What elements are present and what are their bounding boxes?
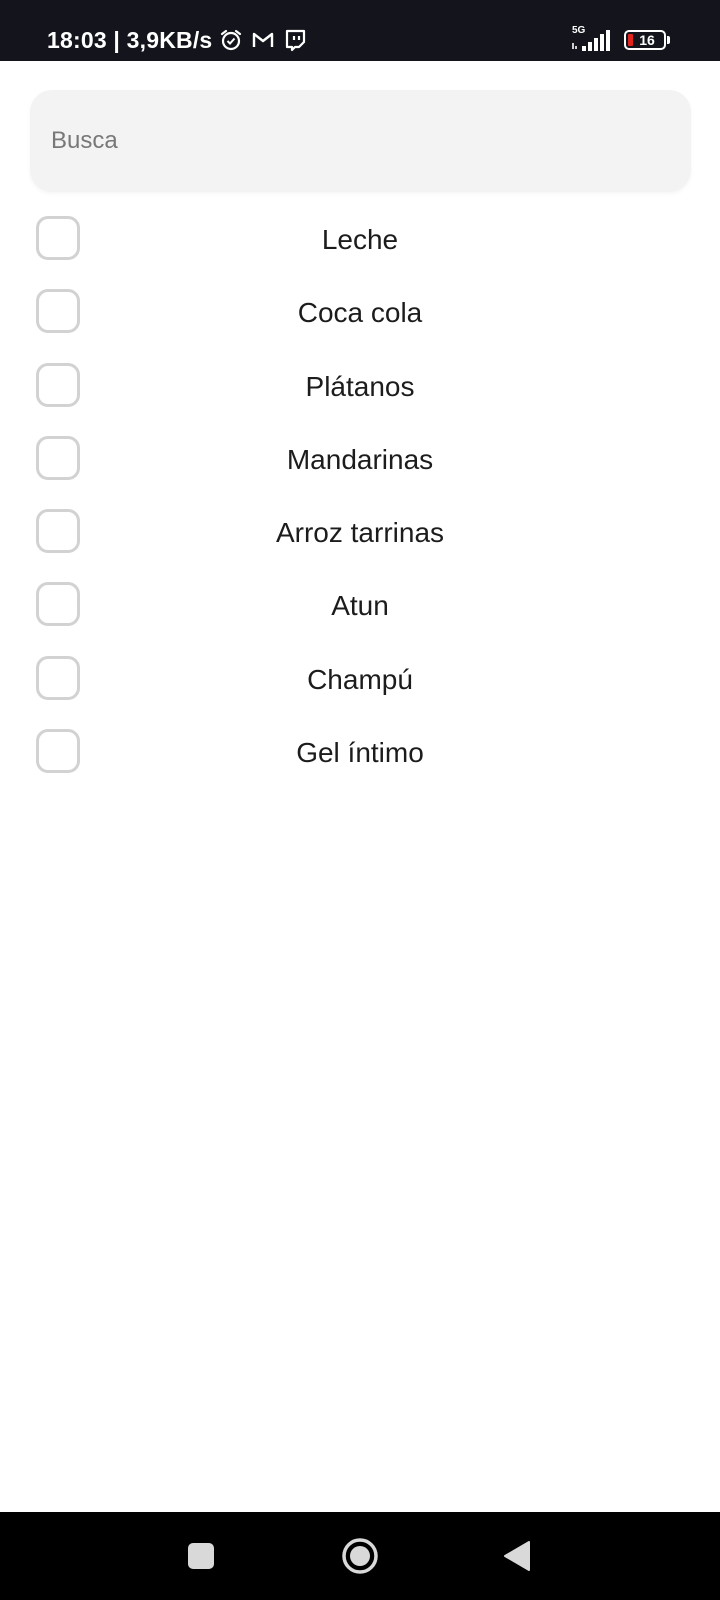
home-icon[interactable] xyxy=(338,1534,382,1578)
battery-tip xyxy=(667,36,670,44)
navigation-bar xyxy=(0,1512,720,1600)
twitch-icon xyxy=(282,27,308,53)
item-label: Atun xyxy=(331,590,389,622)
item-label: Arroz tarrinas xyxy=(275,517,445,549)
list-item[interactable]: Coca cola xyxy=(0,279,720,352)
status-right: 5G 16 xyxy=(570,25,670,54)
item-label: Plátanos xyxy=(305,370,415,402)
alarm-icon xyxy=(218,27,244,53)
item-label: Gel íntimo xyxy=(296,737,424,769)
list-item[interactable]: Atun xyxy=(0,572,720,645)
item-label: Leche xyxy=(321,224,399,255)
item-label: Champú xyxy=(307,663,413,695)
list-item[interactable]: Champú xyxy=(0,646,720,719)
item-label: Mandarinas xyxy=(286,443,434,475)
item-label: Coca cola xyxy=(297,297,423,329)
back-icon[interactable] xyxy=(495,1534,539,1578)
list-item[interactable]: Arroz tarrinas xyxy=(0,499,720,572)
list-item[interactable]: Leche xyxy=(0,206,720,279)
status-bar: 18:03 | 3,9KB/s 5G 16 xyxy=(0,0,720,61)
shopping-list: Leche Coca cola Plátanos Mandarinas Arro… xyxy=(0,206,720,792)
status-left: 18:03 | 3,9KB/s xyxy=(47,24,308,56)
list-item[interactable]: Gel íntimo xyxy=(0,719,720,792)
battery-fill xyxy=(628,34,633,46)
gmail-icon xyxy=(250,27,276,53)
search-input[interactable] xyxy=(51,127,691,155)
signal-icon: 5G xyxy=(570,25,614,53)
list-item[interactable]: Plátanos xyxy=(0,353,720,426)
battery-icon: 16 xyxy=(624,30,666,50)
search-box[interactable] xyxy=(30,90,691,192)
battery-level: 16 xyxy=(639,32,655,48)
list-item[interactable]: Mandarinas xyxy=(0,426,720,499)
recents-icon[interactable] xyxy=(179,1534,223,1578)
screen: 18:03 | 3,9KB/s 5G 16 Busca Leche Coca c… xyxy=(0,0,720,1600)
status-time-speed: 18:03 | 3,9KB/s xyxy=(47,26,213,53)
